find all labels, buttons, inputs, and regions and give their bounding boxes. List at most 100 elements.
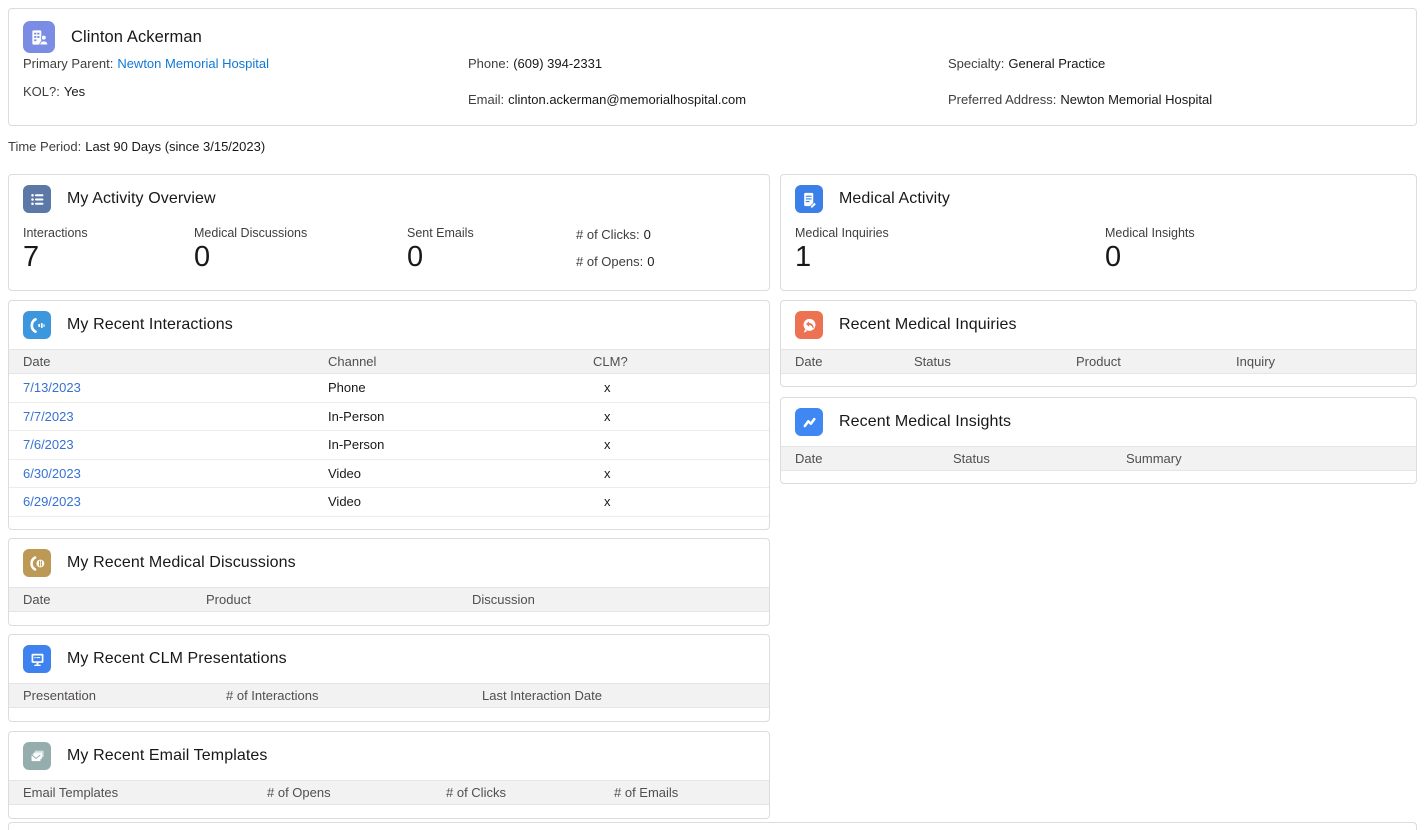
activity-overview-icon	[23, 185, 51, 213]
call-icon	[23, 311, 51, 339]
column-header: Email Templates	[9, 785, 267, 800]
time-period: Time Period: Last 90 Days (since 3/15/202…	[8, 139, 265, 154]
stat-sent-emails: Sent Emails 0	[407, 226, 474, 274]
column-header: # of Clicks	[446, 785, 614, 800]
recent-medical-inquiries-title: Recent Medical Inquiries	[839, 316, 1017, 334]
activity-overview-title: My Activity Overview	[67, 190, 216, 208]
interaction-clm: x	[593, 437, 769, 452]
contact-header: Clinton Ackerman	[9, 9, 1416, 53]
email-value: clinton.ackerman@memorialhospital.com	[508, 92, 746, 107]
specialty-field: Specialty: General Practice	[948, 56, 1105, 71]
medical-activity-header: Medical Activity	[781, 175, 1416, 223]
column-header: Summary	[1126, 451, 1416, 466]
interaction-date-link[interactable]: 6/29/2023	[23, 494, 81, 509]
recent-clm-presentations-title: My Recent CLM Presentations	[67, 650, 287, 668]
recent-clm-presentations-header: My Recent CLM Presentations	[9, 635, 769, 683]
interaction-clm: x	[593, 494, 769, 509]
recent-email-templates-card: My Recent Email Templates Email Template…	[8, 731, 770, 819]
medical-activity-title: Medical Activity	[839, 190, 950, 208]
kol-label: KOL?:	[23, 84, 60, 99]
next-card-top-edge	[8, 822, 1417, 830]
stat-label: Medical Insights	[1105, 226, 1195, 240]
recent-email-templates-title: My Recent Email Templates	[67, 747, 268, 765]
stat-label: Medical Inquiries	[795, 226, 889, 240]
email-label: Email:	[468, 92, 504, 107]
stat-opens-label: # of Opens:	[576, 254, 643, 269]
stat-clicks-label: # of Clicks:	[576, 227, 640, 242]
stat-interactions: Interactions 7	[23, 226, 88, 274]
email-field: Email: clinton.ackerman@memorialhospital.…	[468, 92, 746, 107]
interactions-table-header: Date Channel CLM?	[9, 349, 769, 374]
stat-label: Medical Discussions	[194, 226, 307, 240]
column-header: # of Opens	[267, 785, 446, 800]
specialty-label: Specialty:	[948, 56, 1004, 71]
contact-icon	[23, 21, 55, 53]
column-header: Status	[914, 354, 1076, 369]
primary-parent-link[interactable]: Newton Memorial Hospital	[117, 56, 269, 71]
inquiries-table-body-empty	[781, 374, 1416, 387]
column-header: Last Interaction Date	[482, 688, 769, 703]
clm-table-header: Presentation # of Interactions Last Inte…	[9, 683, 769, 708]
recent-medical-inquiries-header: Recent Medical Inquiries	[781, 301, 1416, 349]
inquiry-reply-icon	[795, 311, 823, 339]
stat-value: 0	[194, 242, 307, 274]
column-header: Date	[781, 354, 914, 369]
column-header: Discussion	[472, 592, 769, 607]
interaction-date-link[interactable]: 7/6/2023	[23, 437, 74, 452]
stat-medical-inquiries: Medical Inquiries 1	[795, 226, 889, 274]
time-period-value: Last 90 Days (since 3/15/2023)	[85, 139, 265, 154]
activity-overview-card: My Activity Overview Interactions 7 Medi…	[8, 174, 770, 291]
interaction-channel: In-Person	[328, 409, 593, 424]
contact-activity-dashboard: Clinton Ackerman Primary Parent: Newton M…	[0, 0, 1425, 830]
discussions-table-body-empty	[9, 612, 769, 625]
recent-medical-discussions-header: My Recent Medical Discussions	[9, 539, 769, 587]
stat-value: 1	[795, 242, 889, 274]
medical-activity-icon	[795, 185, 823, 213]
interaction-date-link[interactable]: 6/30/2023	[23, 466, 81, 481]
column-header: Date	[9, 592, 206, 607]
contact-name: Clinton Ackerman	[71, 28, 202, 47]
preferred-address-field: Preferred Address: Newton Memorial Hospit…	[948, 92, 1212, 107]
table-row: 7/6/2023 In-Person x	[9, 431, 769, 460]
column-header: Status	[953, 451, 1126, 466]
stat-clicks: # of Clicks: 0	[576, 227, 651, 242]
recent-medical-insights-card: Recent Medical Insights Date Status Summ…	[780, 397, 1417, 484]
interaction-clm: x	[593, 380, 769, 395]
stat-clicks-value: 0	[644, 227, 651, 242]
discussion-phone-icon	[23, 549, 51, 577]
recent-interactions-card: My Recent Interactions Date Channel CLM?…	[8, 300, 770, 530]
presentation-monitor-icon	[23, 645, 51, 673]
discussions-table-header: Date Product Discussion	[9, 587, 769, 612]
clm-table-body-empty	[9, 708, 769, 721]
preferred-address-label: Preferred Address:	[948, 92, 1056, 107]
column-header: Product	[206, 592, 472, 607]
specialty-value: General Practice	[1008, 56, 1105, 71]
stat-value: 7	[23, 242, 88, 274]
stat-opens: # of Opens: 0	[576, 254, 654, 269]
insights-table-body-empty	[781, 471, 1416, 484]
primary-parent-field: Primary Parent: Newton Memorial Hospital	[23, 56, 269, 71]
contact-header-card: Clinton Ackerman Primary Parent: Newton M…	[8, 8, 1417, 126]
medical-activity-card: Medical Activity Medical Inquiries 1 Med…	[780, 174, 1417, 291]
recent-medical-discussions-card: My Recent Medical Discussions Date Produ…	[8, 538, 770, 626]
column-header: CLM?	[593, 354, 769, 369]
recent-clm-presentations-card: My Recent CLM Presentations Presentation…	[8, 634, 770, 722]
stat-value: 0	[1105, 242, 1195, 274]
kol-field: KOL?:Yes	[23, 84, 85, 99]
interaction-date-link[interactable]: 7/13/2023	[23, 380, 81, 395]
preferred-address-value: Newton Memorial Hospital	[1060, 92, 1212, 107]
interaction-channel: Video	[328, 494, 593, 509]
column-header: Inquiry	[1236, 354, 1416, 369]
time-period-label: Time Period:	[8, 139, 81, 154]
interaction-clm: x	[593, 466, 769, 481]
interaction-channel: In-Person	[328, 437, 593, 452]
stat-opens-value: 0	[647, 254, 654, 269]
column-header: Product	[1076, 354, 1236, 369]
email-templates-icon	[23, 742, 51, 770]
column-header: Date	[781, 451, 953, 466]
activity-overview-header: My Activity Overview	[9, 175, 769, 223]
recent-medical-insights-title: Recent Medical Insights	[839, 413, 1011, 431]
primary-parent-label: Primary Parent:	[23, 56, 113, 71]
stat-label: Sent Emails	[407, 226, 474, 240]
interaction-date-link[interactable]: 7/7/2023	[23, 409, 74, 424]
